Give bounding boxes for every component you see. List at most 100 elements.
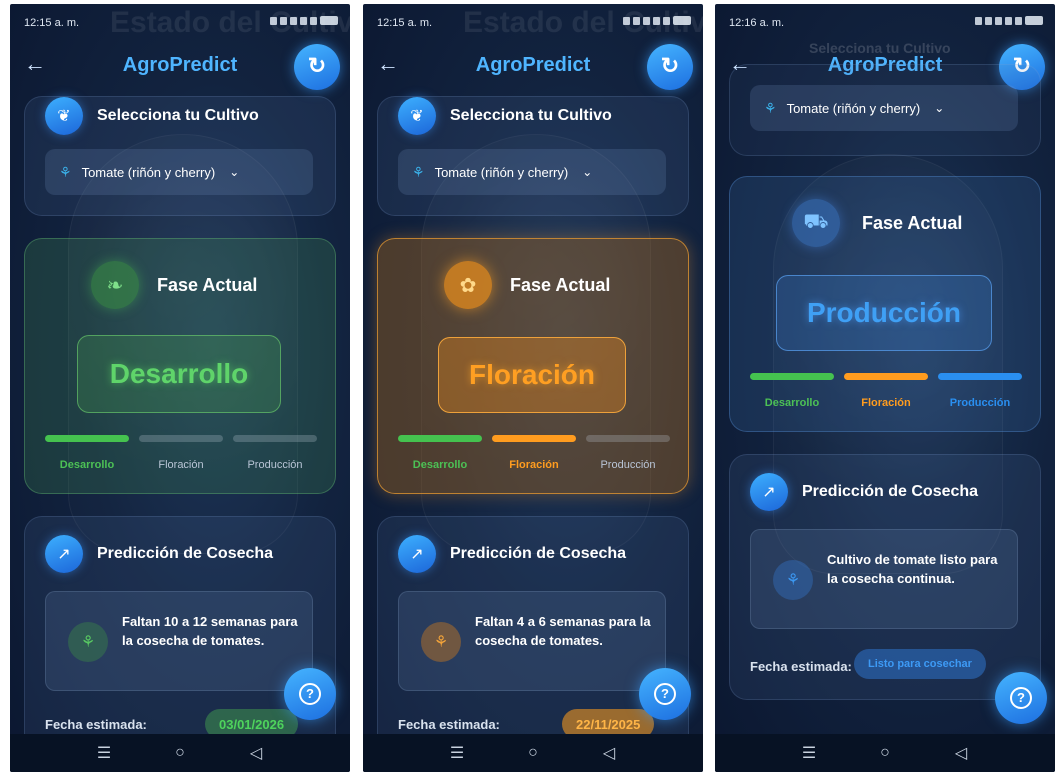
phase-card: ⛟ Fase Actual Producción Desarrollo Flor…: [729, 176, 1041, 432]
sprout-icon: ⚘: [421, 622, 461, 662]
progress-desarrollo: [45, 435, 129, 442]
label-produccion: Producción: [247, 459, 303, 471]
home-icon[interactable]: ○: [518, 744, 548, 762]
date-value: Listo para cosechar: [854, 649, 986, 679]
status-bar: 12:15 a. m.: [363, 4, 703, 34]
refresh-button[interactable]: ↻: [647, 44, 693, 90]
trend-icon: ↗: [45, 535, 83, 573]
progress-floracion: [492, 435, 576, 442]
date-label: Fecha estimada:: [750, 659, 852, 674]
app-bar: ← AgroPredict ↻: [10, 44, 350, 96]
progress-produccion: [938, 373, 1022, 380]
battery-icon: [320, 16, 338, 25]
crop-dropdown[interactable]: ⚘ Tomate (riñón y cherry) ⌄: [750, 85, 1018, 131]
back-icon[interactable]: ◁: [594, 743, 624, 763]
help-icon: ?: [299, 683, 321, 705]
progress-desarrollo: [750, 373, 834, 380]
prediction-header: ↗ Predicción de Cosecha: [45, 535, 273, 573]
sprout-icon: ⚘: [68, 622, 108, 662]
system-nav-bar: ☰ ○ ◁: [363, 734, 703, 772]
phase-value: Producción: [776, 275, 992, 351]
prediction-header: ↗ Predicción de Cosecha: [398, 535, 626, 573]
progress-floracion: [844, 373, 928, 380]
refresh-icon: ↻: [660, 53, 680, 78]
help-button[interactable]: ?: [995, 672, 1047, 724]
status-icons: [270, 16, 338, 25]
prediction-box: ⚘ Faltan 4 a 6 semanas para la cosecha d…: [398, 591, 666, 691]
crop-selected: Tomate (riñón y cherry): [81, 164, 216, 180]
prediction-title: Predicción de Cosecha: [97, 545, 274, 562]
status-icons: [623, 16, 691, 25]
crop-dropdown[interactable]: ⚘ Tomate (riñón y cherry) ⌄: [398, 149, 666, 195]
seedling-icon: ❧: [91, 261, 139, 309]
date-label: Fecha estimada:: [398, 717, 500, 732]
crop-card-header: ❦ Selecciona tu Cultivo: [398, 97, 612, 135]
leaf-icon: ❦: [45, 97, 83, 135]
battery-icon: [1025, 16, 1043, 25]
prediction-card: ↗ Predicción de Cosecha ⚘ Faltan 10 a 12…: [24, 516, 336, 756]
prediction-text: Faltan 4 a 6 semanas para la cosecha de …: [475, 614, 651, 648]
crop-select-card: ❦ Selecciona tu Cultivo ⚘ Tomate (riñón …: [24, 96, 336, 216]
prediction-card: ↗ Predicción de Cosecha ⚘ Cultivo de tom…: [729, 454, 1041, 700]
crop-card-title: Selecciona tu Cultivo: [450, 107, 612, 124]
home-icon[interactable]: ○: [870, 744, 900, 762]
system-nav-bar: ☰ ○ ◁: [10, 734, 350, 772]
crop-selected: Tomate (riñón y cherry): [434, 164, 569, 180]
prediction-box: ⚘ Faltan 10 a 12 semanas para la cosecha…: [45, 591, 313, 691]
prediction-title: Predicción de Cosecha: [802, 483, 979, 500]
crop-card-title: Selecciona tu Cultivo: [97, 107, 259, 124]
status-bar: 12:16 a. m.: [715, 4, 1055, 34]
progress-floracion: [139, 435, 223, 442]
refresh-button[interactable]: ↻: [294, 44, 340, 90]
crop-select-card: ⚘ Tomate (riñón y cherry) ⌄: [729, 64, 1041, 156]
status-bar: 12:15 a. m.: [10, 4, 350, 34]
crop-dropdown[interactable]: ⚘ Tomate (riñón y cherry) ⌄: [45, 149, 313, 195]
back-icon[interactable]: ◁: [241, 743, 271, 763]
status-time: 12:15 a. m.: [377, 17, 433, 29]
progress-produccion: [586, 435, 670, 442]
screen-floracion: Estado del Cultivo 12:15 a. m. ← AgroPre…: [363, 4, 703, 772]
label-desarrollo: Desarrollo: [764, 397, 820, 409]
prediction-box: ⚘ Cultivo de tomate listo para la cosech…: [750, 529, 1018, 629]
sprout-icon: ⚘: [412, 163, 425, 180]
home-icon[interactable]: ○: [165, 744, 195, 762]
recents-icon[interactable]: ☰: [794, 743, 824, 763]
tractor-icon: ⛟: [792, 199, 840, 247]
phase-label: Fase Actual: [510, 275, 611, 295]
recents-icon[interactable]: ☰: [89, 743, 119, 763]
screen-produccion: Selecciona tu Cultivo 12:16 a. m. ← Agro…: [715, 4, 1055, 772]
chevron-down-icon: ⌄: [934, 101, 945, 115]
system-nav-bar: ☰ ○ ◁: [715, 734, 1055, 772]
label-desarrollo: Desarrollo: [412, 459, 468, 471]
back-icon[interactable]: ◁: [946, 743, 976, 763]
crop-selected: Tomate (riñón y cherry): [786, 100, 921, 116]
label-produccion: Producción: [949, 397, 1011, 409]
label-produccion: Producción: [600, 459, 656, 471]
label-desarrollo: Desarrollo: [59, 459, 115, 471]
flower-icon: ✿: [444, 261, 492, 309]
status-icons: [975, 16, 1043, 25]
progress-produccion: [233, 435, 317, 442]
help-icon: ?: [1010, 687, 1032, 709]
chevron-down-icon: ⌄: [582, 165, 593, 179]
phase-progress: [398, 435, 670, 442]
phase-progress-labels: Desarrollo Floración Producción: [750, 397, 1022, 409]
screen-desarrollo: Estado del Cultivo 12:15 a. m. ← AgroPre…: [10, 4, 350, 772]
status-time: 12:16 a. m.: [729, 17, 785, 29]
recents-icon[interactable]: ☰: [442, 743, 472, 763]
phase-card: ✿ Fase Actual Floración Desarrollo Flora…: [377, 238, 689, 494]
phase-card: ❧ Fase Actual Desarrollo Desarrollo Flor…: [24, 238, 336, 494]
prediction-card: ↗ Predicción de Cosecha ⚘ Faltan 4 a 6 s…: [377, 516, 689, 756]
crop-card-header: ❦ Selecciona tu Cultivo: [45, 97, 259, 135]
sprout-icon: ⚘: [773, 560, 813, 600]
sprout-icon: ⚘: [59, 163, 72, 180]
help-button[interactable]: ?: [284, 668, 336, 720]
phase-label: Fase Actual: [862, 213, 963, 233]
status-time: 12:15 a. m.: [24, 17, 80, 29]
phase-label: Fase Actual: [157, 275, 258, 295]
label-floracion: Floración: [509, 459, 559, 471]
help-button[interactable]: ?: [639, 668, 691, 720]
phase-progress: [45, 435, 317, 442]
phase-value: Floración: [438, 337, 626, 413]
phase-progress-labels: Desarrollo Floración Producción: [45, 459, 317, 471]
